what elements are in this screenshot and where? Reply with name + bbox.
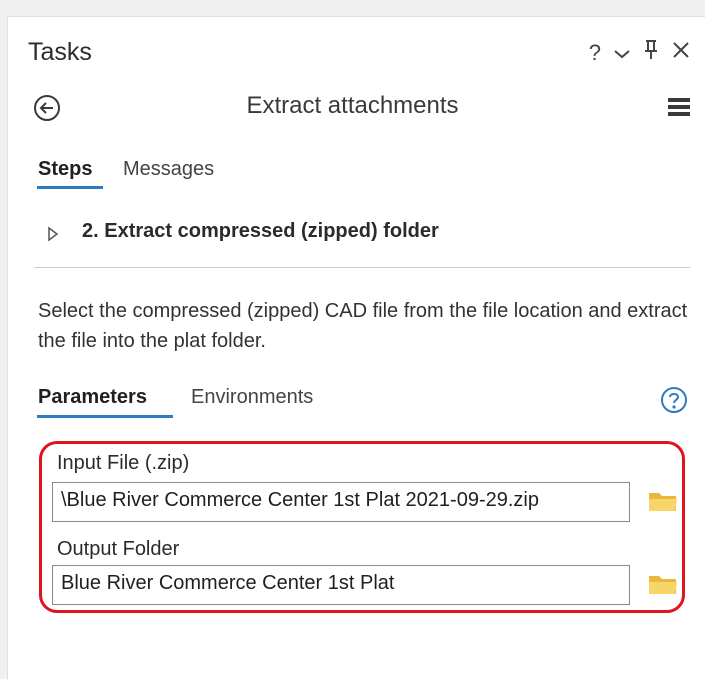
tab-steps-underline [37,186,103,189]
hamburger-menu-icon[interactable] [668,96,690,118]
tab-parameters-underline [37,415,173,418]
expand-caret-icon[interactable] [46,226,60,242]
pane-controls: ? [589,38,691,68]
output-folder-field[interactable]: Blue River Commerce Center 1st Plat [52,565,630,605]
pin-icon[interactable] [643,39,659,67]
browse-folder-icon[interactable] [648,489,678,513]
divider [34,267,690,268]
tab-steps[interactable]: Steps [38,158,92,181]
browse-folder-icon[interactable] [648,572,678,596]
step-description: Select the compressed (zipped) CAD file … [38,300,688,352]
input-file-label: Input File (.zip) [57,452,190,474]
pane-title: Tasks [28,38,92,66]
help-circle-icon[interactable] [660,386,688,414]
tab-environments[interactable]: Environments [191,386,313,409]
tool-title: Extract attachments [246,92,459,119]
output-folder-label: Output Folder [57,538,180,560]
close-icon[interactable] [671,40,691,66]
chevron-down-icon[interactable] [613,40,631,66]
help-menu-button[interactable]: ? [589,40,601,66]
step-title: 2. Extract compressed (zipped) folder [82,220,439,242]
tab-messages[interactable]: Messages [123,158,214,181]
tab-parameters[interactable]: Parameters [38,386,147,409]
input-file-field[interactable]: \Blue River Commerce Center 1st Plat 202… [52,482,630,522]
